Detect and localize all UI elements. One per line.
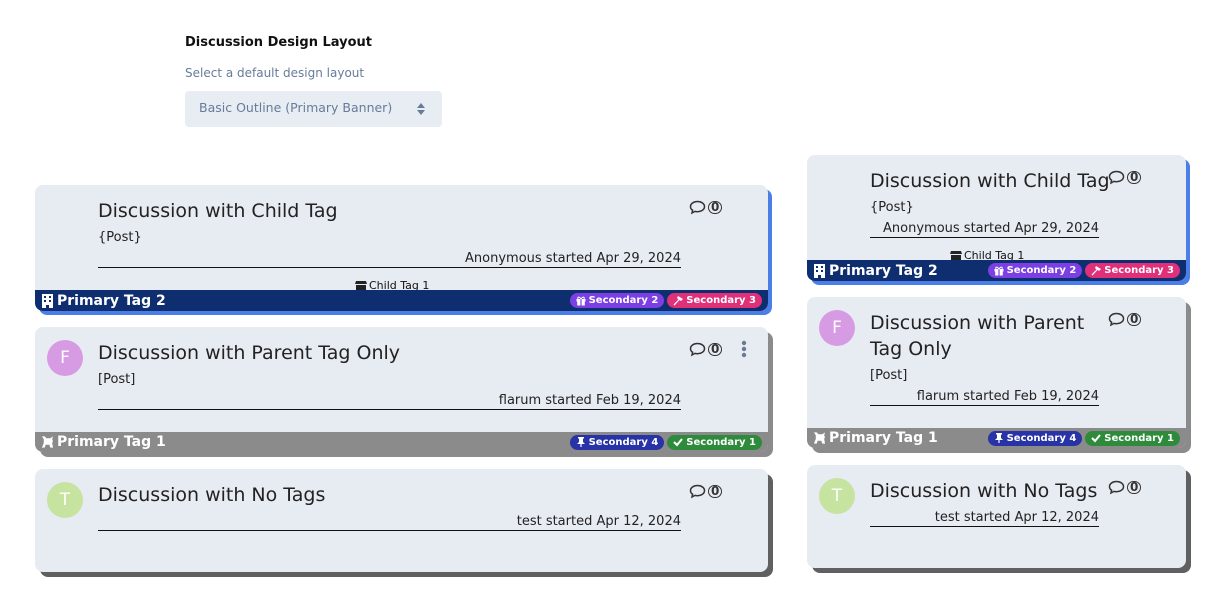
discussion-meta: flarum started Feb 19, 2024	[98, 393, 681, 410]
tag-badge-label: Secondary 1	[1104, 432, 1174, 444]
primary-tag-banner[interactable]: Primary Tag 1 Secondary 4 Secondary 1	[35, 432, 768, 452]
cat-icon	[41, 436, 54, 448]
discussion-title[interactable]: Discussion with No Tags	[98, 482, 325, 508]
discussion-title-line-1[interactable]: Discussion with Parent	[870, 310, 1084, 336]
tag-badge-secondary-1[interactable]: Secondary 1	[1085, 430, 1180, 446]
primary-tag-label: Primary Tag 1	[829, 430, 938, 446]
discussion-meta: test started Apr 12, 2024	[870, 510, 1099, 527]
comment-icon	[689, 484, 706, 499]
check-icon	[1091, 434, 1102, 443]
avatar[interactable]: T	[819, 478, 855, 514]
tag-badge-label: Secondary 4	[1006, 432, 1077, 444]
tag-badge-label: Secondary 2	[1006, 265, 1077, 276]
reply-count-badge: 0	[708, 485, 723, 498]
replies-count[interactable]: 0	[689, 484, 723, 499]
comment-icon	[689, 342, 706, 357]
tag-badge-secondary-1[interactable]: Secondary 1	[667, 434, 762, 450]
primary-tag[interactable]: Primary Tag 1	[813, 430, 938, 446]
discussion-excerpt: [Post]	[870, 368, 908, 383]
primary-tag[interactable]: Primary Tag 2	[813, 263, 938, 279]
comment-icon	[1108, 312, 1125, 327]
more-options-icon[interactable]	[741, 340, 747, 358]
tag-badge-label: Secondary 2	[588, 295, 659, 306]
reply-count-badge: 0	[1127, 171, 1142, 184]
discussion-card-no-tags[interactable]: T Discussion with No Tags test started A…	[35, 469, 768, 572]
tag-badge-secondary-2[interactable]: Secondary 2	[569, 293, 665, 308]
primary-tag-label: Primary Tag 2	[829, 262, 938, 279]
avatar[interactable]: T	[47, 482, 83, 518]
design-layout-select-value: Basic Outline (Primary Banner)	[199, 100, 393, 115]
gift-icon	[994, 266, 1004, 275]
discussion-meta: Anonymous started Apr 29, 2024	[98, 251, 681, 268]
primary-tag[interactable]: Primary Tag 2	[41, 293, 166, 309]
tag-badge-label: Secondary 3	[1104, 265, 1174, 276]
comment-icon	[1108, 480, 1125, 495]
gift-icon	[576, 296, 586, 305]
reply-count-badge: 0	[1127, 481, 1142, 494]
building-icon	[42, 293, 53, 308]
discussion-title[interactable]: Discussion with Child Tag	[98, 198, 338, 224]
discussion-meta: flarum started Feb 19, 2024	[870, 389, 1099, 406]
replies-count[interactable]: 0	[689, 200, 723, 215]
discussion-meta: test started Apr 12, 2024	[98, 514, 681, 531]
setting-help-text: Select a default design layout	[185, 66, 365, 80]
replies-count[interactable]: 0	[689, 342, 723, 357]
comment-icon	[1108, 170, 1125, 185]
tag-badge-secondary-4[interactable]: Secondary 4	[987, 430, 1083, 446]
primary-tag-label: Primary Tag 2	[57, 292, 166, 309]
tag-badge-secondary-4[interactable]: Secondary 4	[569, 434, 665, 450]
discussion-title[interactable]: Discussion with Parent Tag Only	[98, 340, 400, 366]
setting-title: Discussion Design Layout	[185, 35, 373, 50]
sort-caret-icon	[417, 103, 425, 115]
primary-tag-banner[interactable]: Primary Tag 2 Secondary 2 Secondary 3	[35, 290, 768, 311]
primary-tag-banner[interactable]: Primary Tag 1 Secondary 4 Secondary 1	[807, 428, 1186, 448]
tag-badge-label: Secondary 4	[588, 436, 659, 448]
avatar[interactable]: F	[819, 310, 855, 346]
replies-count[interactable]: 0	[1108, 170, 1142, 185]
design-layout-select[interactable]: Basic Outline (Primary Banner)	[185, 91, 442, 127]
hammer-icon	[1091, 265, 1102, 275]
hammer-icon	[673, 295, 684, 305]
primary-tag-label: Primary Tag 1	[57, 434, 166, 450]
discussion-card-child-tag[interactable]: Discussion with Child Tag {Post} Anonymo…	[35, 185, 768, 311]
discussion-title[interactable]: Discussion with Child Tag	[870, 168, 1110, 194]
tag-badge-label: Secondary 3	[686, 295, 756, 306]
replies-count[interactable]: 0	[1108, 480, 1142, 495]
avatar[interactable]: F	[47, 340, 83, 376]
discussion-title-line-2[interactable]: Tag Only	[870, 336, 952, 362]
primary-tag-banner[interactable]: Primary Tag 2 Secondary 2 Secondary 3	[807, 260, 1186, 281]
tag-badge-label: Secondary 1	[686, 436, 756, 448]
discussion-card-parent-tag[interactable]: F Discussion with Parent Tag Only [Post]…	[35, 327, 768, 452]
replies-count[interactable]: 0	[1108, 312, 1142, 327]
discussion-card-child-tag-compact[interactable]: Discussion with Child Tag {Post} Anonymo…	[807, 155, 1186, 281]
thumbtack-icon	[576, 437, 585, 447]
reply-count-badge: 0	[1127, 313, 1142, 326]
thumbtack-icon	[994, 433, 1003, 443]
discussion-card-no-tags-compact[interactable]: T Discussion with No Tags test started A…	[807, 465, 1186, 568]
tag-badge-secondary-3[interactable]: Secondary 3	[667, 293, 762, 308]
discussion-title[interactable]: Discussion with No Tags	[870, 478, 1097, 504]
tag-badge-secondary-2[interactable]: Secondary 2	[987, 263, 1083, 278]
discussion-excerpt: [Post]	[98, 372, 136, 387]
discussion-meta: Anonymous started Apr 29, 2024	[870, 221, 1099, 238]
discussion-excerpt: {Post}	[98, 230, 142, 245]
building-icon	[814, 263, 825, 278]
primary-tag[interactable]: Primary Tag 1	[41, 434, 166, 450]
check-icon	[673, 438, 684, 447]
discussion-excerpt: {Post}	[870, 200, 914, 215]
reply-count-badge: 0	[708, 201, 723, 214]
comment-icon	[689, 200, 706, 215]
tag-badge-secondary-3[interactable]: Secondary 3	[1085, 263, 1180, 278]
cat-icon	[813, 432, 826, 444]
reply-count-badge: 0	[708, 343, 723, 356]
discussion-card-parent-tag-compact[interactable]: F Discussion with Parent Tag Only [Post]…	[807, 297, 1186, 448]
